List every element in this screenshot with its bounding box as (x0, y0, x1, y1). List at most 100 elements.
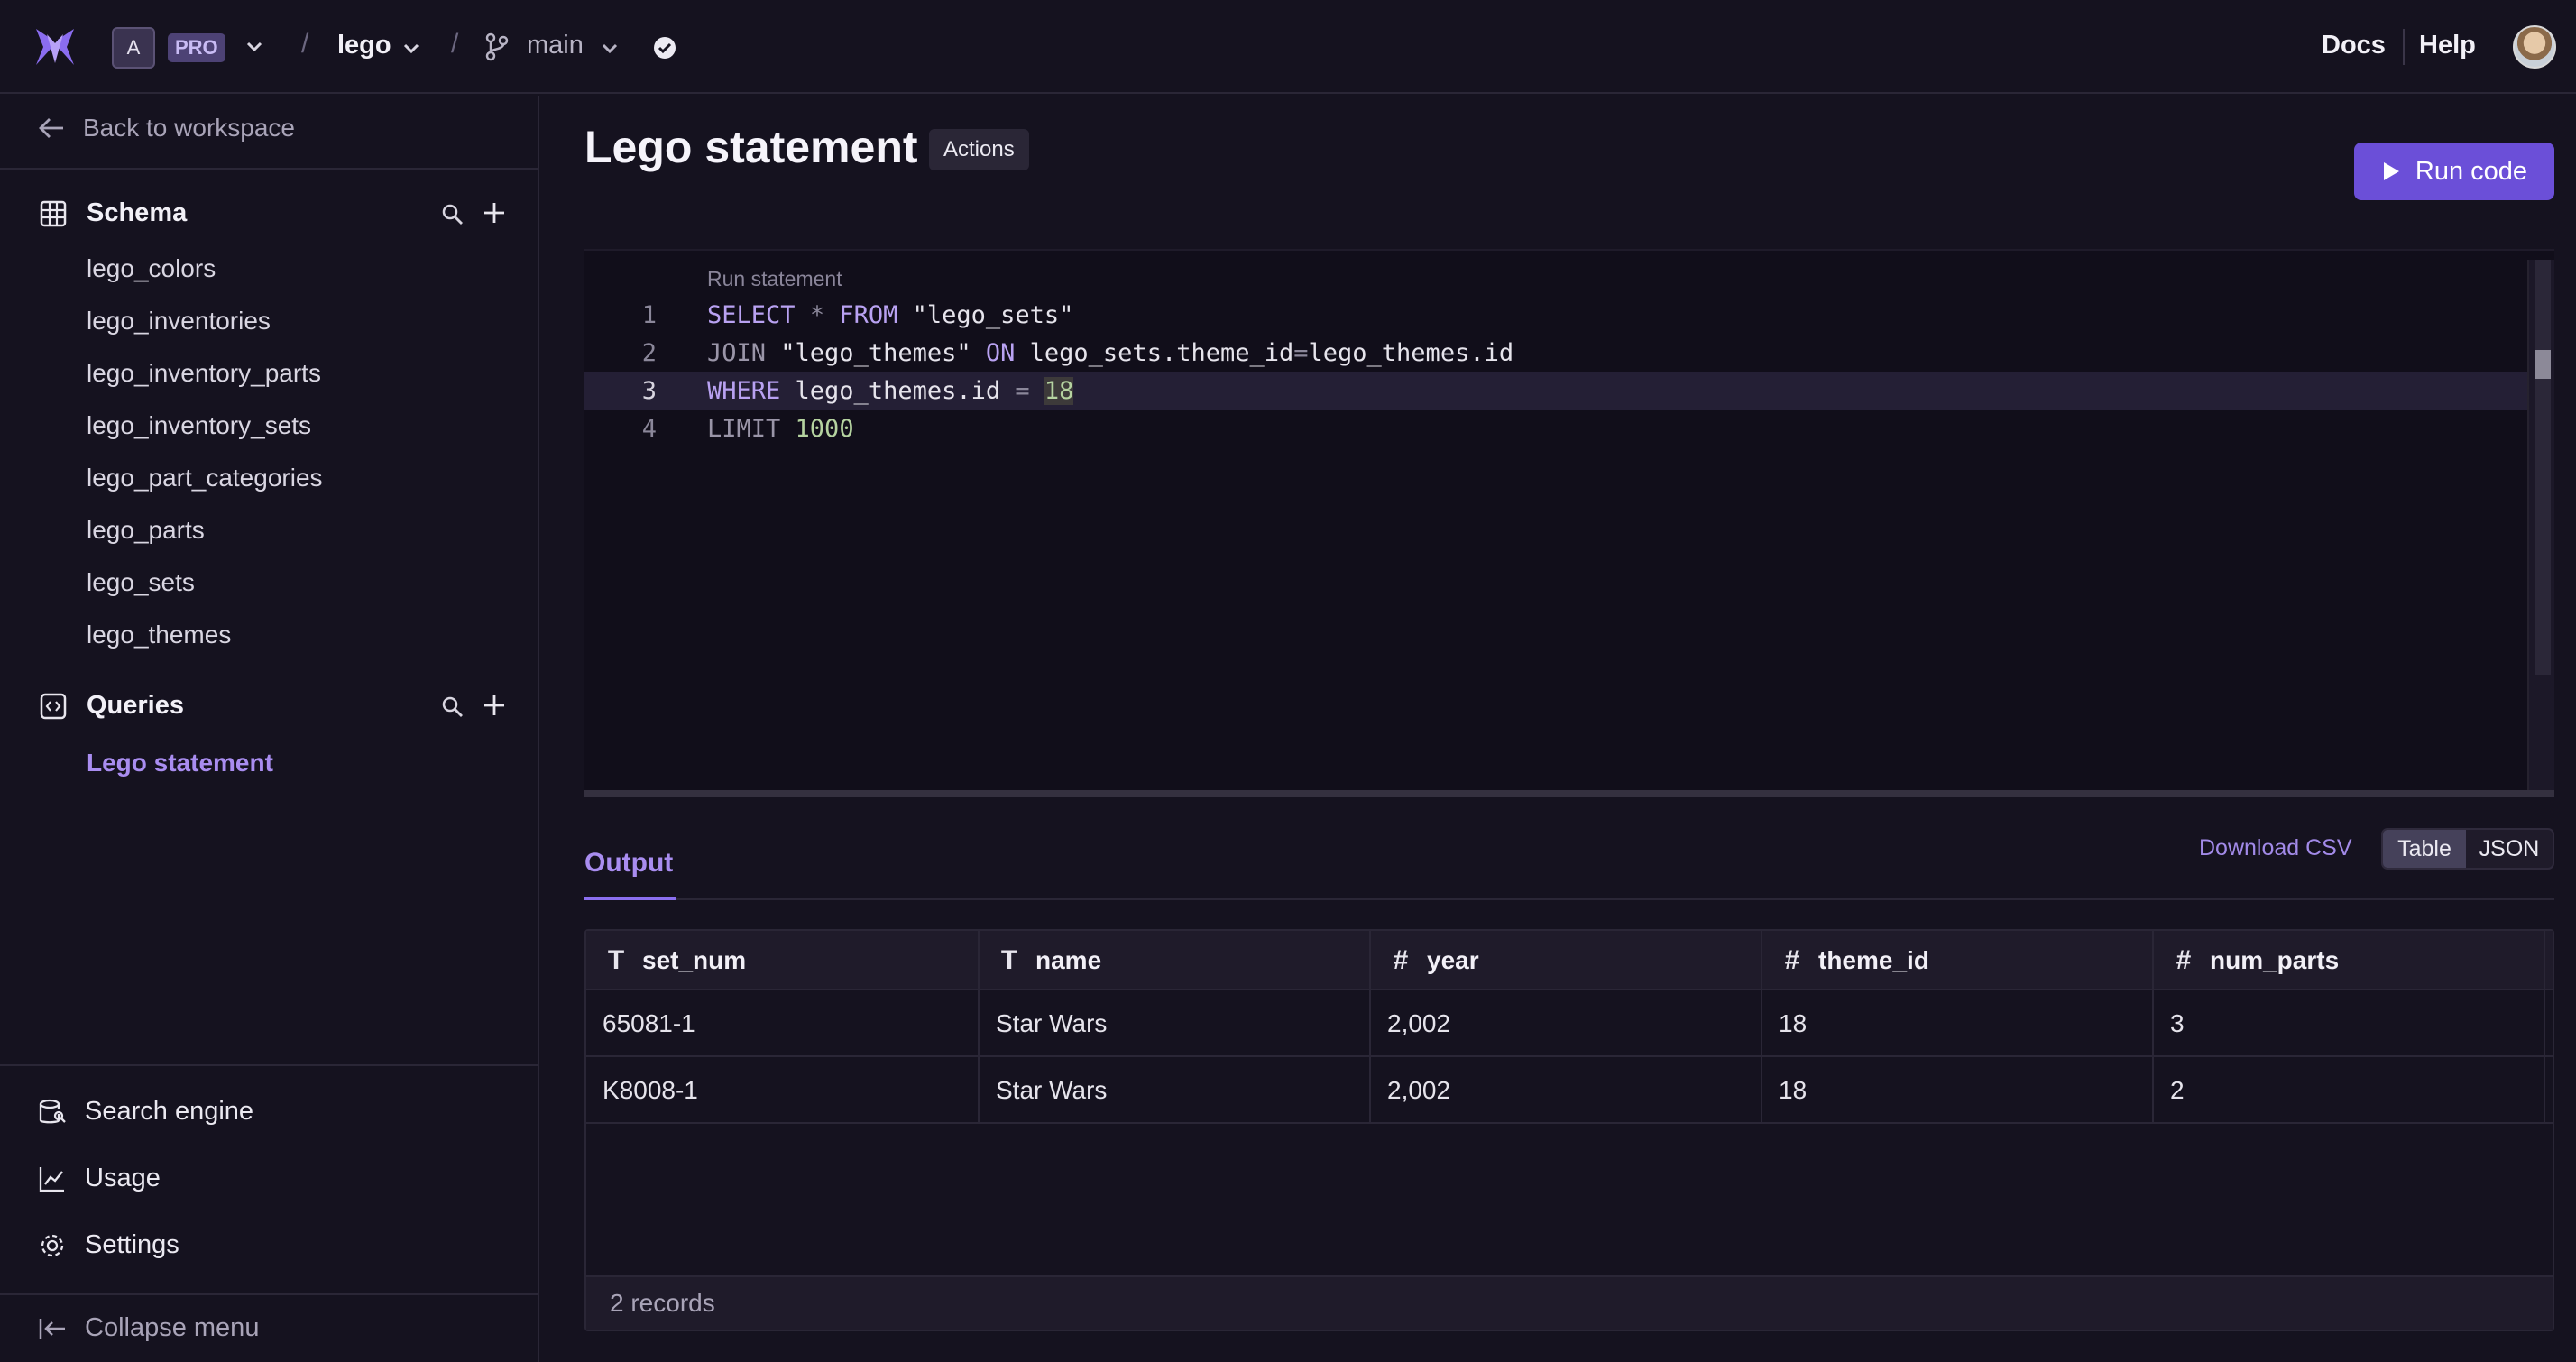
code-text: LIMIT 1000 (707, 415, 854, 443)
git-branch-icon (483, 32, 511, 61)
actions-button[interactable]: Actions (929, 129, 1029, 170)
cell-num-parts[interactable]: 3 (2154, 990, 2545, 1057)
search-engine-link[interactable]: Search engine (38, 1097, 253, 1127)
code-line[interactable]: 2 JOIN "lego_themes" ON lego_sets.theme_… (584, 334, 2527, 372)
help-link[interactable]: Help (2419, 31, 2476, 60)
column-name: name (1035, 946, 1102, 974)
play-icon (2381, 161, 2401, 182)
column-header-theme-id[interactable]: # theme_id (1762, 931, 2154, 990)
code-text: SELECT * FROM "lego_sets" (707, 301, 1074, 329)
text-type-icon: T (607, 945, 625, 975)
arrow-left-icon (38, 116, 65, 140)
settings-link[interactable]: Settings (38, 1230, 179, 1260)
collapse-label: Collapse menu (85, 1313, 260, 1342)
column-header-year[interactable]: # year (1371, 931, 1762, 990)
code-line-active[interactable]: 3 WHERE lego_themes.id = 18 (584, 372, 2527, 410)
sidebar-item-lego-colors[interactable]: lego_colors (87, 254, 216, 283)
table-grid-icon (40, 200, 67, 227)
branch-chevron-down-icon[interactable] (601, 40, 619, 58)
column-header-set-num[interactable]: T set_num (586, 931, 980, 990)
code-line[interactable]: 1 SELECT * FROM "lego_sets" (584, 296, 2527, 334)
column-header-name[interactable]: T name (980, 931, 1371, 990)
docs-link[interactable]: Docs (2322, 31, 2386, 60)
table-header-row: T set_num T name # year # theme_id # num… (586, 931, 2553, 990)
sidebar-item-lego-part-categories[interactable]: lego_part_categories (87, 464, 323, 492)
code-text: WHERE lego_themes.id = 18 (707, 377, 1074, 405)
project-chevron-down-icon[interactable] (402, 40, 420, 58)
cell-year[interactable]: 2,002 (1371, 1057, 1762, 1124)
project-selector[interactable]: lego (337, 31, 391, 60)
page-title: Lego statement (584, 122, 918, 172)
scrollbar-track (2535, 260, 2551, 675)
search-icon[interactable] (440, 202, 465, 227)
column-name: theme_id (1818, 946, 1929, 974)
branch-selector[interactable]: main (527, 31, 584, 60)
download-csv-link[interactable]: Download CSV (2199, 835, 2352, 861)
code-text: JOIN "lego_themes" ON lego_sets.theme_id… (707, 339, 1514, 367)
app-logo-icon[interactable] (34, 27, 76, 67)
column-name: num_parts (2210, 946, 2340, 974)
collapse-menu-button[interactable]: Collapse menu (38, 1313, 259, 1343)
add-table-plus-icon[interactable] (482, 200, 507, 225)
run-statement-hint[interactable]: Run statement (707, 267, 842, 291)
search-engine-label: Search engine (85, 1097, 254, 1126)
active-tab-indicator (584, 897, 676, 900)
number-type-icon: # (1393, 945, 1409, 975)
sql-editor[interactable]: Run statement 1 SELECT * FROM "lego_sets… (584, 249, 2554, 790)
usage-label: Usage (85, 1164, 161, 1192)
cell-name[interactable]: Star Wars (980, 1057, 1371, 1124)
top-bar: A PRO / lego / main Docs Help (0, 0, 2576, 94)
divider (0, 1293, 539, 1295)
cell-year[interactable]: 2,002 (1371, 990, 1762, 1057)
branch-status-check-icon (653, 36, 676, 60)
cell-theme-id[interactable]: 18 (1762, 1057, 2154, 1124)
divider (0, 168, 539, 170)
table-row[interactable]: K8008-1 Star Wars 2,002 18 2 (586, 1057, 2553, 1124)
line-number: 3 (641, 377, 657, 405)
cell-set-num[interactable]: 65081-1 (586, 990, 980, 1057)
queries-section-header[interactable]: Queries (40, 691, 184, 721)
add-query-plus-icon[interactable] (482, 693, 507, 718)
divider (0, 1064, 539, 1066)
usage-link[interactable]: Usage (38, 1164, 161, 1193)
back-to-workspace-link[interactable]: Back to workspace (38, 114, 295, 143)
run-code-button[interactable]: Run code (2354, 143, 2554, 200)
line-number: 1 (641, 301, 657, 329)
editor-resize-handle[interactable] (584, 790, 2554, 797)
editor-scrollbar[interactable] (2527, 260, 2554, 790)
settings-label: Settings (85, 1230, 179, 1259)
cell-num-parts[interactable]: 2 (2154, 1057, 2545, 1124)
scrollbar-thumb[interactable] (2535, 350, 2551, 379)
cell-set-num[interactable]: K8008-1 (586, 1057, 980, 1124)
cell-theme-id[interactable]: 18 (1762, 990, 2154, 1057)
table-view-button[interactable]: Table (2383, 830, 2466, 868)
workspace-avatar[interactable]: A (112, 27, 155, 69)
breadcrumb-separator: / (451, 29, 459, 59)
json-view-button[interactable]: JSON (2466, 830, 2553, 868)
sidebar-item-lego-parts[interactable]: lego_parts (87, 516, 205, 545)
sidebar-item-lego-sets[interactable]: lego_sets (87, 568, 195, 597)
sidebar-item-lego-statement[interactable]: Lego statement (87, 749, 273, 778)
sidebar-item-lego-themes[interactable]: lego_themes (87, 621, 231, 649)
schema-title: Schema (87, 198, 188, 227)
sidebar-item-lego-inventory-parts[interactable]: lego_inventory_parts (87, 359, 321, 388)
column-name: set_num (642, 946, 747, 974)
run-code-label: Run code (2415, 156, 2528, 186)
column-header-num-parts[interactable]: # num_parts (2154, 931, 2545, 990)
workspace-chevron-down-icon[interactable] (245, 38, 263, 56)
line-number: 4 (641, 415, 657, 443)
database-search-icon (38, 1098, 67, 1127)
schema-section-header[interactable]: Schema (40, 198, 187, 228)
gear-icon (38, 1231, 67, 1260)
code-line[interactable]: 4 LIMIT 1000 (584, 410, 2527, 447)
sidebar-item-lego-inventory-sets[interactable]: lego_inventory_sets (87, 411, 311, 440)
cell-name[interactable]: Star Wars (980, 990, 1371, 1057)
tab-output[interactable]: Output (584, 848, 673, 879)
user-avatar[interactable] (2513, 25, 2556, 69)
line-number: 2 (641, 339, 657, 367)
table-row[interactable]: 65081-1 Star Wars 2,002 18 3 (586, 990, 2553, 1057)
text-type-icon: T (1000, 945, 1018, 975)
sidebar-item-lego-inventories[interactable]: lego_inventories (87, 307, 271, 336)
search-icon[interactable] (440, 695, 465, 720)
number-type-icon: # (2176, 945, 2192, 975)
